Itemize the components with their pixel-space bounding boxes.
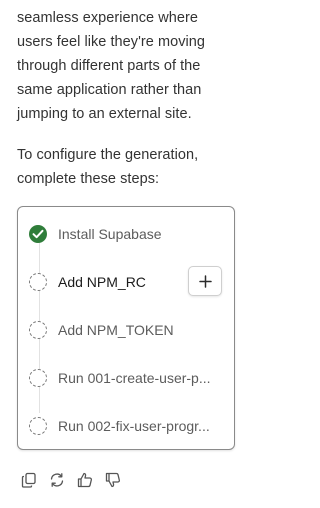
thumbs-down-button[interactable] <box>103 470 123 490</box>
message-actions <box>19 470 129 490</box>
message-line: complete these steps: <box>17 171 160 187</box>
dashed-circle-icon <box>29 273 47 291</box>
copy-icon <box>21 472 36 488</box>
instructions-paragraph: To configure the generation, complete th… <box>17 143 239 191</box>
message-line: seamless experience where <box>17 10 198 26</box>
message-line: same application rather than <box>17 82 202 98</box>
dashed-circle-icon <box>29 369 47 387</box>
step-add-npm-rc[interactable]: Add NPM_RC <box>18 266 234 298</box>
step-run-002[interactable]: Run 002-fix-user-progr... <box>18 410 234 442</box>
message-line: To configure the generation, <box>17 147 199 163</box>
message-paragraph: seamless experience where users feel lik… <box>17 6 239 126</box>
plus-icon <box>199 275 212 288</box>
step-install-supabase[interactable]: Install Supabase <box>18 218 234 250</box>
step-label: Install Supabase <box>58 226 162 242</box>
copy-button[interactable] <box>19 470 39 490</box>
regenerate-button[interactable] <box>47 470 67 490</box>
message-line: users feel like they're moving <box>17 34 206 50</box>
setup-steps-card: Install Supabase Add NPM_RC Add NPM_TOKE… <box>17 206 235 450</box>
step-label: Run 001-create-user-p... <box>58 370 211 386</box>
add-npm-rc-button[interactable] <box>188 266 222 296</box>
dashed-circle-icon <box>29 321 47 339</box>
step-label: Run 002-fix-user-progr... <box>58 418 210 434</box>
thumbs-up-icon <box>77 472 93 488</box>
thumbs-up-button[interactable] <box>75 470 95 490</box>
check-circle-icon <box>29 225 47 243</box>
thumbs-down-icon <box>105 472 121 488</box>
message-line: through different parts of the <box>17 58 201 74</box>
message-line: jumping to an external site. <box>17 106 192 122</box>
dashed-circle-icon <box>29 417 47 435</box>
step-label: Add NPM_TOKEN <box>58 322 174 338</box>
refresh-icon <box>50 473 64 487</box>
step-run-001[interactable]: Run 001-create-user-p... <box>18 362 234 394</box>
step-add-npm-token[interactable]: Add NPM_TOKEN <box>18 314 234 346</box>
